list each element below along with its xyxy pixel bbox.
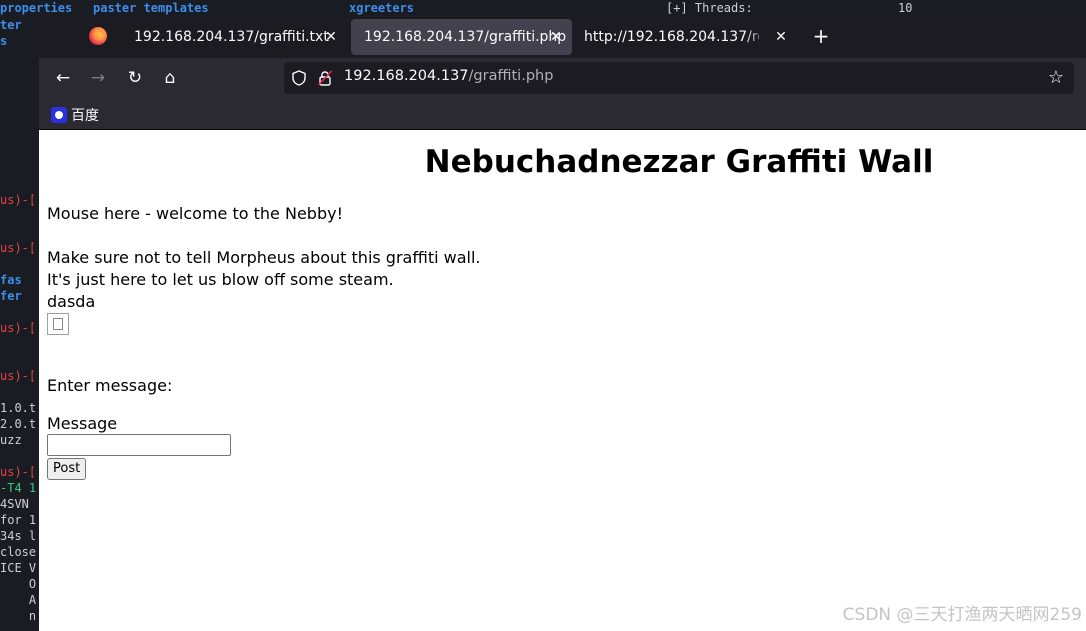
terminal-text: properties: [0, 1, 73, 15]
tab-bar: 192.168.204.137/graffiti.txt ✕ 192.168.2…: [39, 17, 1086, 58]
terminal-line: 34s l: [0, 529, 37, 543]
shield-icon[interactable]: [292, 70, 306, 86]
tab-graffiti-txt[interactable]: 192.168.204.137/graffiti.txt ✕: [121, 19, 347, 55]
insecure-lock-icon[interactable]: [318, 70, 332, 86]
terminal-line: close: [0, 545, 37, 559]
message-label: Message: [47, 414, 118, 433]
terminal-text: 10: [898, 1, 913, 15]
terminal-line: 1.0.t: [0, 401, 37, 415]
terminal-line: ter: [0, 18, 22, 32]
url-bar[interactable]: 192.168.204.137/graffiti.php ☆: [284, 62, 1074, 94]
home-button[interactable]: ⌂: [156, 64, 184, 92]
graffiti-text: Make sure not to tell Morpheus about thi…: [47, 248, 481, 267]
browser-window: 192.168.204.137/graffiti.txt ✕ 192.168.2…: [39, 17, 1086, 631]
bookmarks-toolbar: 百度: [39, 98, 1086, 130]
message-input[interactable]: [47, 434, 231, 456]
broken-image-icon: [47, 313, 69, 335]
page-content: Nebuchadnezzar Graffiti Wall Mouse here …: [39, 130, 1086, 631]
tab-robots-txt[interactable]: http://192.168.204.137/robots.txt ✕: [571, 19, 797, 55]
close-icon[interactable]: ✕: [323, 29, 339, 45]
terminal-line: 2.0.t: [0, 417, 37, 431]
reload-button[interactable]: ↻: [121, 64, 149, 92]
terminal-line: us)-[: [0, 369, 37, 383]
terminal-line: n: [0, 609, 37, 623]
bookmark-baidu[interactable]: 百度: [51, 105, 99, 125]
url-text[interactable]: 192.168.204.137/graffiti.php: [344, 68, 553, 84]
bookmark-star-icon[interactable]: ☆: [1048, 67, 1064, 88]
graffiti-text: dasda: [47, 292, 96, 311]
graffiti-text: It's just here to let us blow off some s…: [47, 270, 394, 289]
close-icon[interactable]: ✕: [773, 29, 789, 45]
terminal-line: -T4 1: [0, 481, 37, 495]
forward-button[interactable]: →: [84, 64, 112, 92]
close-icon[interactable]: ✕: [548, 29, 564, 45]
terminal-line: 4SVN: [0, 497, 29, 511]
back-button[interactable]: ←: [49, 64, 77, 92]
terminal-line: us)-[: [0, 193, 37, 207]
tab-fade: [743, 19, 773, 55]
enter-message-label: Enter message:: [47, 376, 173, 395]
watermark: CSDN @三天打渔两天晒网259: [842, 605, 1082, 625]
terminal-line: uzz: [0, 433, 22, 447]
terminal-line: us)-[: [0, 241, 37, 255]
terminal-line: O: [0, 577, 37, 591]
baidu-icon: [51, 107, 67, 123]
terminal-line: us)-[: [0, 465, 37, 479]
bookmark-label: 百度: [71, 108, 99, 124]
terminal-line: s: [0, 34, 8, 48]
terminal-line: ICE V: [0, 561, 37, 575]
firefox-icon[interactable]: [89, 27, 107, 45]
terminal-line: us)-[: [0, 321, 37, 335]
post-button[interactable]: Post: [47, 458, 87, 480]
new-tab-button[interactable]: +: [809, 25, 833, 49]
terminal-line: fas: [0, 273, 22, 287]
terminal-text: xgreeters: [349, 1, 415, 15]
tab-label: 192.168.204.137/graffiti.php: [364, 29, 567, 45]
page-title: Nebuchadnezzar Graffiti Wall: [424, 144, 934, 180]
terminal-text: paster templates: [93, 1, 209, 15]
tab-label: 192.168.204.137/graffiti.txt: [134, 29, 329, 45]
navigation-toolbar: ← → ↻ ⌂ 192.168.204.137/graffiti.php ☆: [39, 58, 1086, 98]
terminal-line: for 1: [0, 513, 37, 527]
terminal-text: [+] Threads:: [666, 1, 753, 15]
url-host: 192.168.204.137: [344, 68, 469, 84]
url-path: /graffiti.php: [468, 68, 554, 84]
tab-graffiti-php[interactable]: 192.168.204.137/graffiti.php ✕: [351, 19, 572, 55]
welcome-text: Mouse here - welcome to the Nebby!: [47, 204, 343, 223]
terminal-top-line: properties paster templates xgreeters [+…: [0, 0, 1086, 18]
terminal-line: fer: [0, 289, 22, 303]
tab-label: http://192.168.204.137/robots.txt: [584, 29, 759, 45]
terminal-line: A: [0, 593, 37, 607]
